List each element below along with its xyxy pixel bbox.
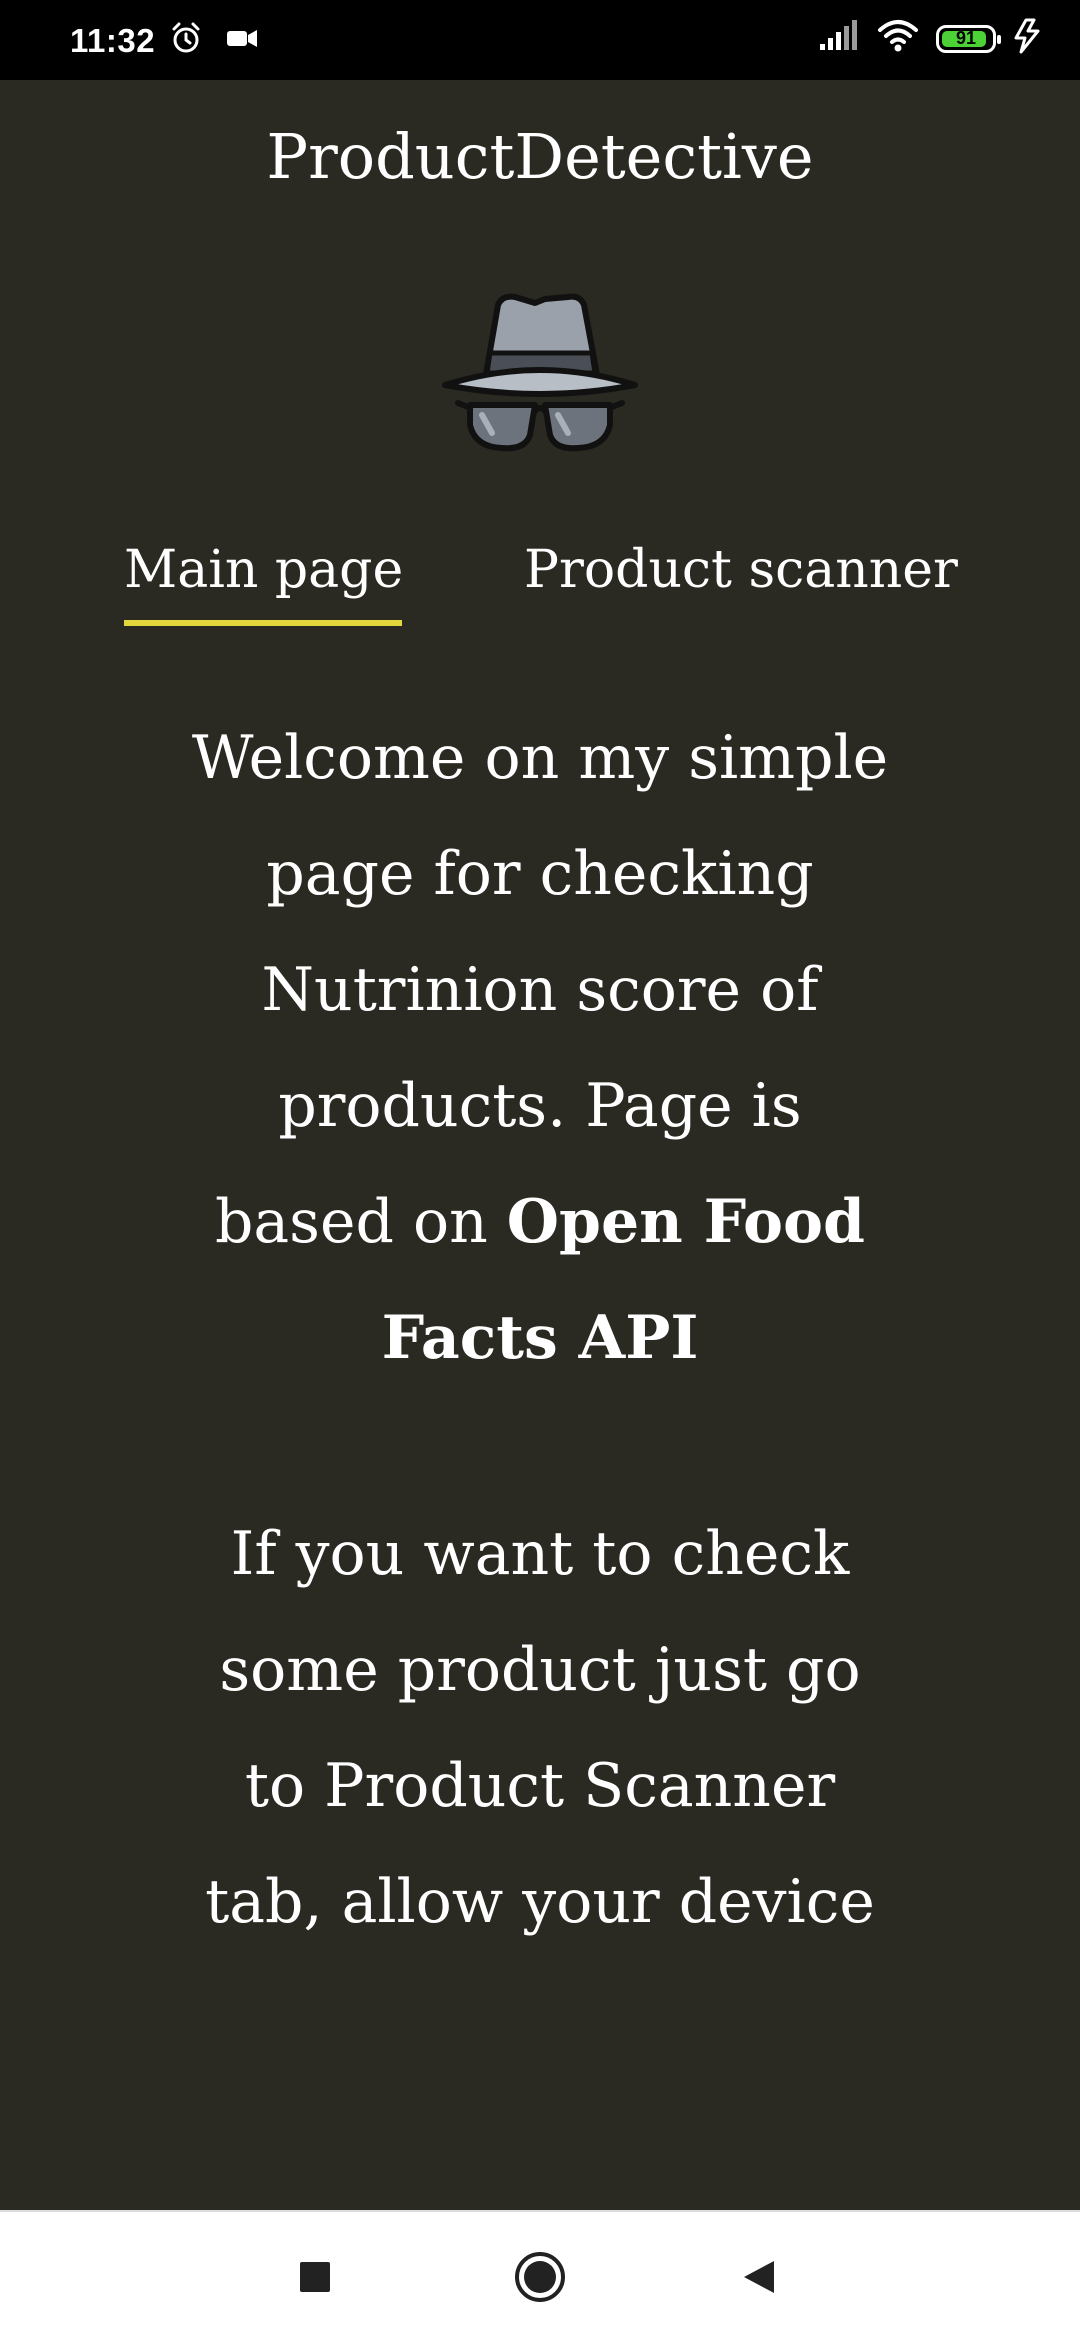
status-time: 11:32 xyxy=(70,22,156,59)
battery-level: 91 xyxy=(955,28,977,48)
charging-icon xyxy=(1012,18,1042,59)
battery-icon: 91 xyxy=(936,24,1001,53)
instructions-paragraph: If you want to check some product just g… xyxy=(205,1519,875,1937)
home-circle-icon[interactable] xyxy=(505,2242,575,2312)
tab-main-page[interactable]: Main page xyxy=(124,540,403,600)
tab-product-scanner[interactable]: Product scanner xyxy=(524,540,958,600)
intro-paragraph: Welcome on my simple page for checking N… xyxy=(190,700,890,1396)
intro-text: Welcome on my simple page for checking N… xyxy=(191,723,889,1257)
alarm-icon xyxy=(168,20,204,61)
status-bar: 11:32 91 xyxy=(0,0,1080,80)
recent-apps-square-icon[interactable] xyxy=(280,2242,350,2312)
video-camera-icon xyxy=(224,20,260,61)
tab-bar: Main page Product scanner xyxy=(0,530,1080,640)
active-tab-indicator xyxy=(124,620,402,626)
detective-hat-glasses-icon xyxy=(440,285,640,460)
status-left-icons xyxy=(168,20,260,61)
main-content: Welcome on my simple page for checking N… xyxy=(190,700,890,1960)
battery-tip xyxy=(997,34,1001,44)
signal-icon xyxy=(818,18,860,59)
status-right-icons: 91 xyxy=(818,18,1042,59)
back-triangle-icon[interactable] xyxy=(725,2242,795,2312)
app-title: ProductDetective xyxy=(266,120,814,193)
wifi-icon xyxy=(876,18,920,59)
navigation-bar xyxy=(0,2210,1080,2342)
